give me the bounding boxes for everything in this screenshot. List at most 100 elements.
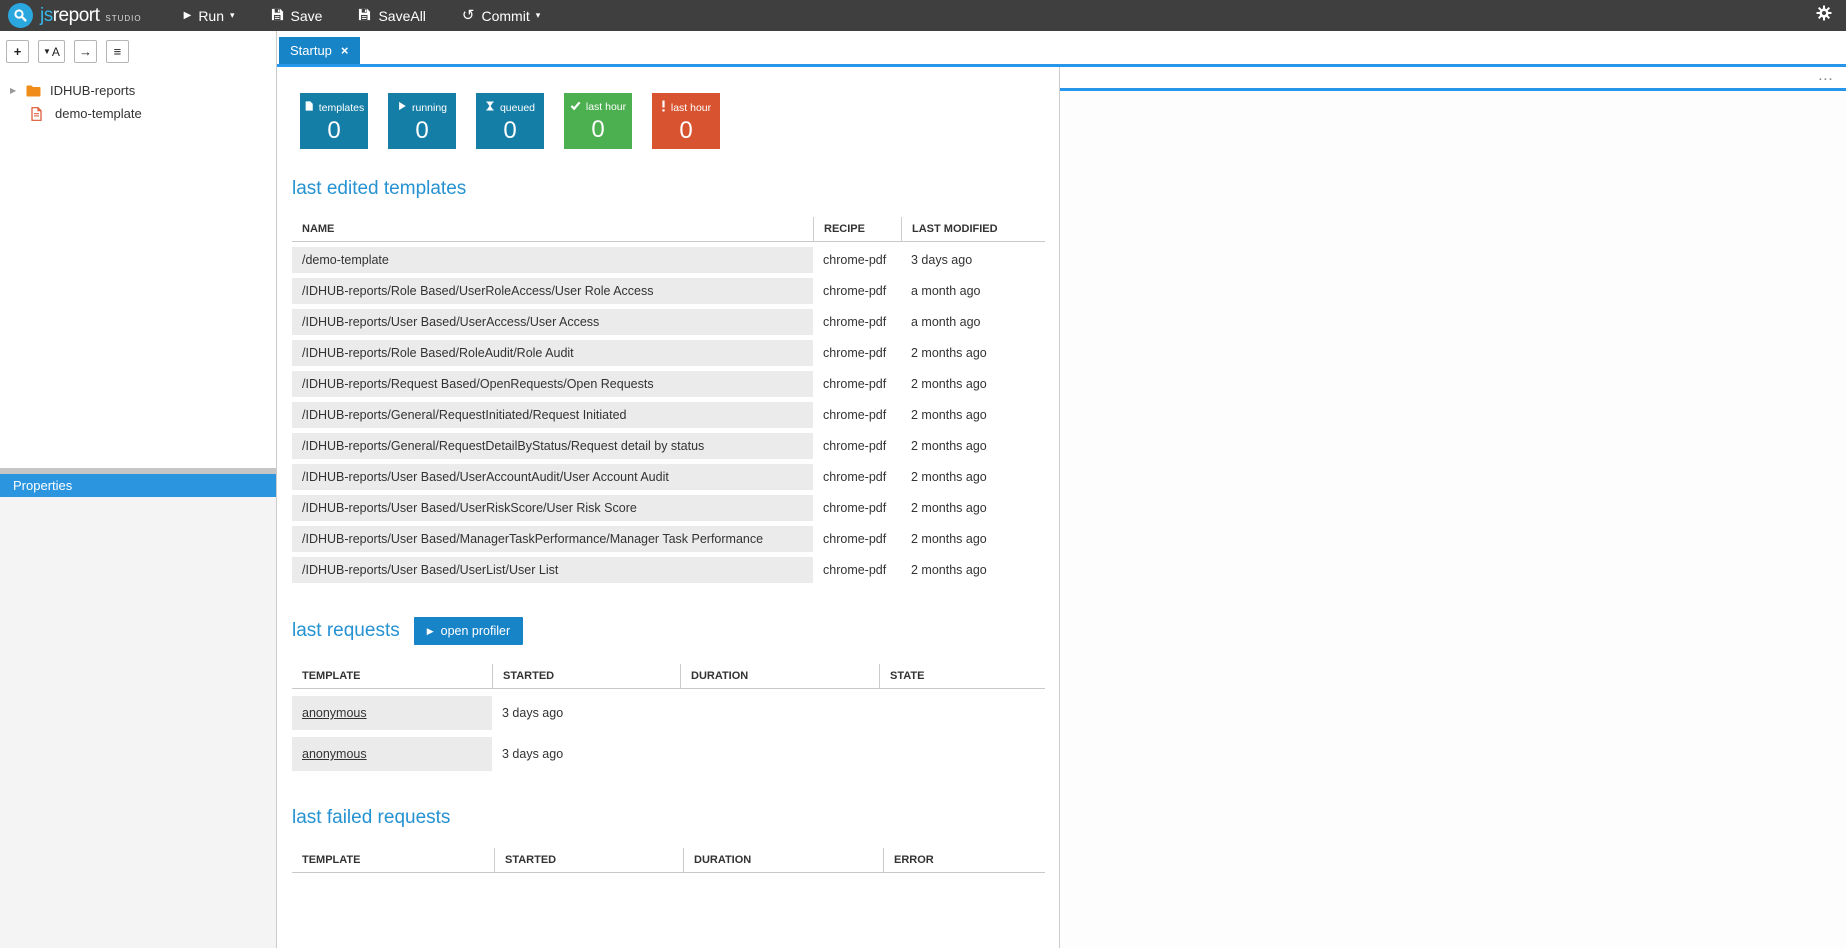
column-header-duration: DURATION xyxy=(683,848,883,873)
filter-by-name-button[interactable]: ▼ A xyxy=(38,40,65,63)
request-state-cell xyxy=(879,696,1045,730)
tree-item-idhub-reports[interactable]: ▶ IDHUB-reports xyxy=(0,79,276,102)
template-recipe-cell: chrome-pdf xyxy=(813,371,901,397)
commit-button[interactable]: ↺ Commit ▾ xyxy=(462,8,540,24)
brand-report: report xyxy=(53,5,100,27)
tab-startup[interactable]: Startup × xyxy=(279,37,360,64)
pane-menu-button[interactable]: ... xyxy=(1819,75,1834,79)
table-row: /IDHUB-reports/User Based/UserRiskScore/… xyxy=(292,495,1045,521)
request-state-cell xyxy=(879,737,1045,771)
chevron-down-icon: ▾ xyxy=(536,11,541,20)
last-edited-templates-table: NAME RECIPE LAST MODIFIED /demo-template… xyxy=(292,212,1045,588)
template-recipe-cell: chrome-pdf xyxy=(813,247,901,273)
hourglass-icon xyxy=(485,100,495,115)
column-header-recipe: RECIPE xyxy=(813,217,901,242)
save-all-button[interactable]: SaveAll xyxy=(358,8,425,24)
template-name-cell[interactable]: /demo-template xyxy=(292,247,813,273)
jsreport-studio-app: js report STUDIO ▶ Run ▾ Save SaveAll xyxy=(0,0,1846,948)
open-profiler-label: open profiler xyxy=(441,624,511,638)
table-row: /demo-template chrome-pdf 3 days ago xyxy=(292,247,1045,273)
template-recipe-cell: chrome-pdf xyxy=(813,464,901,490)
table-row: /IDHUB-reports/Role Based/UserRoleAccess… xyxy=(292,278,1045,304)
brand-studio: STUDIO xyxy=(105,14,141,23)
template-recipe-cell: chrome-pdf xyxy=(813,526,901,552)
template-modified-cell: 2 months ago xyxy=(901,557,1045,583)
template-name-cell[interactable]: /IDHUB-reports/Role Based/RoleAudit/Role… xyxy=(292,340,813,366)
floppy-icon xyxy=(271,8,284,24)
table-row: /IDHUB-reports/Role Based/RoleAudit/Role… xyxy=(292,340,1045,366)
counter-label: last hour xyxy=(586,101,626,113)
counter-row: templates 0 running 0 xyxy=(300,93,1044,149)
counter-failed-last-hour: last hour 0 xyxy=(652,93,720,149)
counter-value: 0 xyxy=(564,116,632,144)
template-name-cell[interactable]: /IDHUB-reports/Role Based/UserRoleAccess… xyxy=(292,278,813,304)
template-recipe-cell: chrome-pdf xyxy=(813,340,901,366)
request-template-link[interactable]: anonymous xyxy=(302,747,367,761)
tree-item-demo-template[interactable]: demo-template xyxy=(0,102,276,125)
close-icon[interactable]: × xyxy=(341,44,349,57)
template-name-cell[interactable]: /IDHUB-reports/User Based/UserAccess/Use… xyxy=(292,309,813,335)
chevron-right-icon[interactable]: ▶ xyxy=(10,86,22,95)
template-modified-cell: 2 months ago xyxy=(901,526,1045,552)
request-template-cell[interactable]: anonymous xyxy=(292,737,492,771)
template-name-cell[interactable]: /IDHUB-reports/General/RequestDetailBySt… xyxy=(292,433,813,459)
entity-tree: ▶ IDHUB-reports demo-template xyxy=(0,69,276,468)
tab-bar: Startup × xyxy=(277,31,1846,67)
play-icon xyxy=(397,100,407,115)
open-profiler-button[interactable]: ▶ open profiler xyxy=(414,617,523,645)
table-row: /IDHUB-reports/User Based/ManagerTaskPer… xyxy=(292,526,1045,552)
new-entity-button[interactable]: + xyxy=(6,40,29,63)
template-recipe-cell: chrome-pdf xyxy=(813,495,901,521)
template-recipe-cell: chrome-pdf xyxy=(813,278,901,304)
counter-success-last-hour: last hour 0 xyxy=(564,93,632,149)
content-area: Startup × templates 0 xyxy=(277,31,1846,948)
counter-queued: queued 0 xyxy=(476,93,544,149)
counter-templates: templates 0 xyxy=(300,93,368,149)
counter-label: templates xyxy=(319,102,365,114)
chevron-down-icon: ▾ xyxy=(230,11,235,20)
last-requests-table: TEMPLATE STARTED DURATION STATE anonymou… xyxy=(292,657,1045,778)
request-duration-cell xyxy=(680,696,879,730)
commit-label: Commit xyxy=(482,8,530,24)
counter-value: 0 xyxy=(652,117,720,145)
preview-pane-toolbar: ... xyxy=(1060,67,1846,91)
template-modified-cell: 3 days ago xyxy=(901,247,1045,273)
properties-label: Properties xyxy=(13,478,72,493)
run-button[interactable]: ▶ Run ▾ xyxy=(184,8,235,24)
properties-panel-empty xyxy=(0,497,276,948)
template-name-cell[interactable]: /IDHUB-reports/Request Based/OpenRequest… xyxy=(292,371,813,397)
last-requests-title: last requests xyxy=(292,620,400,642)
save-button[interactable]: Save xyxy=(271,8,323,24)
filter-label: A xyxy=(52,45,60,59)
request-template-link[interactable]: anonymous xyxy=(302,706,367,720)
settings-gear-button[interactable] xyxy=(1816,5,1832,26)
table-row: anonymous 3 days ago xyxy=(292,696,1045,730)
template-recipe-cell: chrome-pdf xyxy=(813,433,901,459)
template-name-cell[interactable]: /IDHUB-reports/User Based/UserList/User … xyxy=(292,557,813,583)
table-row: /IDHUB-reports/User Based/UserAccess/Use… xyxy=(292,309,1045,335)
counter-value: 0 xyxy=(300,117,368,145)
request-template-cell[interactable]: anonymous xyxy=(292,696,492,730)
floppy-icon xyxy=(358,8,371,24)
folder-icon xyxy=(26,84,42,98)
properties-section-header[interactable]: Properties xyxy=(0,474,276,497)
template-name-cell[interactable]: /IDHUB-reports/User Based/ManagerTaskPer… xyxy=(292,526,813,552)
tab-label: Startup xyxy=(290,43,332,58)
template-recipe-cell: chrome-pdf xyxy=(813,557,901,583)
table-row: /IDHUB-reports/User Based/UserAccountAud… xyxy=(292,464,1045,490)
template-name-cell[interactable]: /IDHUB-reports/User Based/UserAccountAud… xyxy=(292,464,813,490)
entity-tree-sidebar: + ▼ A → ≡ ▶ IDHUB-r xyxy=(0,31,277,948)
play-icon: ▶ xyxy=(184,11,192,21)
preview-pane-body xyxy=(1060,91,1846,948)
check-icon xyxy=(570,100,581,114)
template-name-cell[interactable]: /IDHUB-reports/General/RequestInitiated/… xyxy=(292,402,813,428)
jsreport-logo[interactable]: js report STUDIO xyxy=(8,3,142,28)
tree-menu-button[interactable]: ≡ xyxy=(106,40,129,63)
save-all-label: SaveAll xyxy=(378,8,425,24)
table-row: /IDHUB-reports/General/RequestInitiated/… xyxy=(292,402,1045,428)
template-name-cell[interactable]: /IDHUB-reports/User Based/UserRiskScore/… xyxy=(292,495,813,521)
template-modified-cell: 2 months ago xyxy=(901,495,1045,521)
arrow-right-icon: → xyxy=(79,44,92,59)
collapse-tree-button[interactable]: → xyxy=(74,40,97,63)
template-modified-cell: a month ago xyxy=(901,278,1045,304)
